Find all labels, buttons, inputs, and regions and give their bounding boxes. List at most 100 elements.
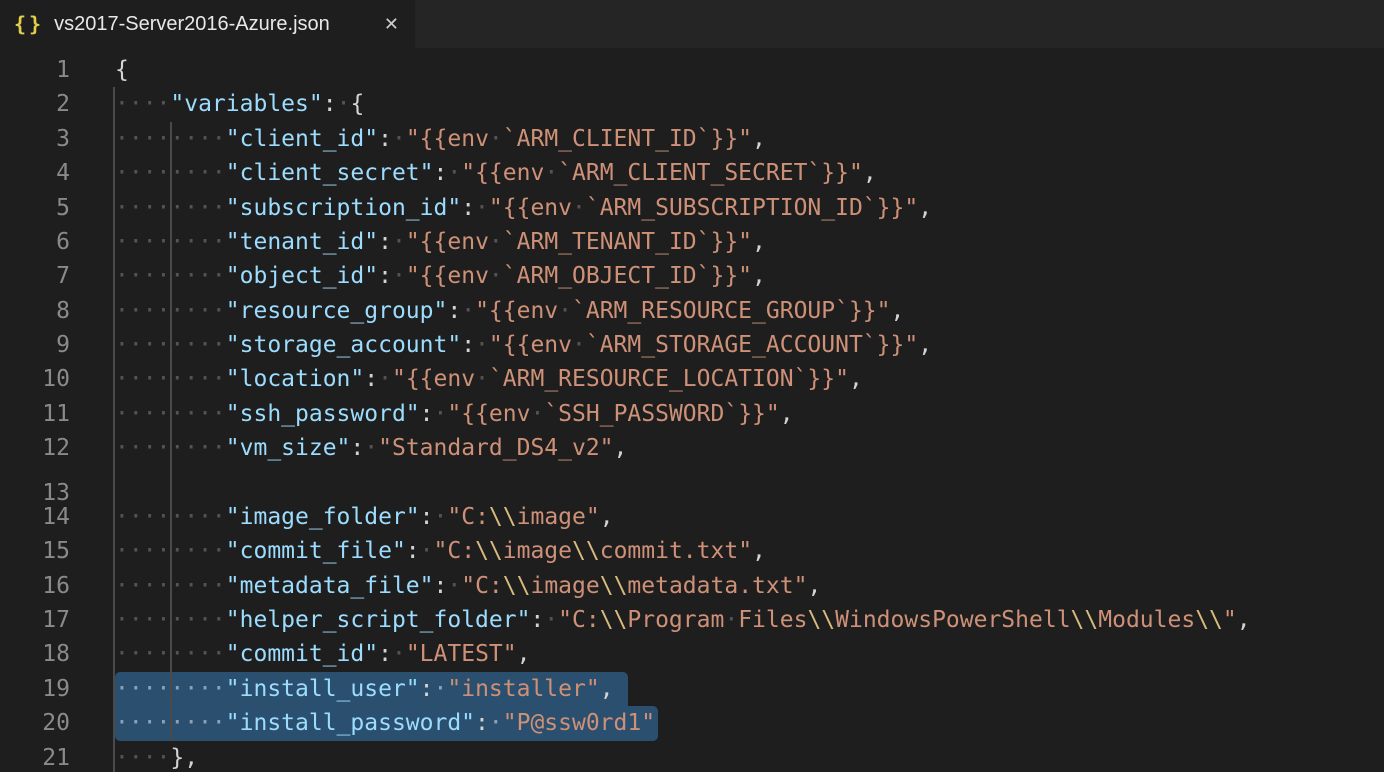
whitespace-dots: · [434,504,448,530]
code-line[interactable]: 8········"resource_group":·"{{env·`ARM_R… [0,294,1384,328]
whitespace-dots: · [724,607,738,633]
json-file-icon: {} [14,12,44,36]
whitespace-dots: · [475,195,489,221]
code-line[interactable]: 9········"storage_account":·"{{env·`ARM_… [0,328,1384,362]
code-line[interactable]: 14 ········"image_folder":·"C:\\image", [0,500,1384,534]
line-number[interactable]: 17 [0,603,70,637]
line-number[interactable]: 2 [0,87,70,121]
whitespace-dots: · [392,126,406,152]
whitespace-dots: · [558,298,572,324]
line-content: ········"object_id":·"{{env·`ARM_OBJECT_… [115,259,766,293]
code-line[interactable]: 1{ [0,53,1384,87]
code-line[interactable]: 17········"helper_script_folder":·"C:\\P… [0,603,1384,637]
line-content: ········"storage_account":·"{{env·`ARM_S… [115,328,932,362]
code-line[interactable]: 16 ········"metadata_file":·"C:\\image\\m… [0,569,1384,603]
line-content: ········"vm_size":·"Standard_DS4_v2", [115,431,627,465]
line-number[interactable]: 9 [0,328,70,362]
code-line[interactable]: 19 ········"install_user":·"installer", [0,672,1384,706]
whitespace-dots: · [489,126,503,152]
whitespace-dots: · [337,91,351,117]
line-number[interactable]: 20 [0,706,70,740]
tab-bar: {} vs2017-Server2016-Azure.json ✕ [0,0,1384,48]
code-line[interactable]: 10········"location":·"{{env·`ARM_RESOUR… [0,362,1384,396]
code-line[interactable]: 12 ········"vm_size":·"Standard_DS4_v2", [0,431,1384,465]
whitespace-dots: ···· [115,745,170,771]
vscode-window: {} vs2017-Server2016-Azure.json ✕ 1{2···… [0,0,1384,772]
line-content: ········"commit_id":·"LATEST", [115,637,530,671]
line-content: ········"location":·"{{env·`ARM_RESOURCE… [115,362,863,396]
line-number[interactable]: 1 [0,53,70,87]
code-line[interactable]: 11········"ssh_password":·"{{env·`SSH_PA… [0,397,1384,431]
whitespace-dots: · [392,263,406,289]
whitespace-dots: · [489,263,503,289]
indent-guide [113,87,115,772]
line-number[interactable]: 11 [0,397,70,431]
whitespace-dots: · [364,435,378,461]
selection-highlight: ········"install_password":·"P@ssw0rd1" [115,706,658,740]
line-content: ········"resource_group":·"{{env·`ARM_RE… [115,294,904,328]
whitespace-dots: · [392,641,406,667]
line-number[interactable]: 21 [0,741,70,772]
line-content: ········"helper_script_folder":·"C:\\Pro… [115,603,1251,637]
code-line[interactable]: 4········"client_secret":·"{{env·`ARM_CL… [0,156,1384,190]
code-editor[interactable]: 1{2····"variables":·{3········"client_id… [0,48,1384,772]
whitespace-dots: · [544,160,558,186]
line-number[interactable]: 12 [0,431,70,465]
whitespace-dots: · [489,229,503,255]
line-number[interactable]: 6 [0,225,70,259]
whitespace-dots: · [378,366,392,392]
whitespace-dots: ···· [115,91,170,117]
line-number[interactable]: 3 [0,122,70,156]
whitespace-dots: · [434,401,448,427]
code-line[interactable]: 13 [0,466,1384,500]
line-content: { [115,53,129,87]
whitespace-dots: · [420,538,434,564]
tab-vs2017-server2016-azure-json[interactable]: {} vs2017-Server2016-Azure.json ✕ [0,0,415,48]
indent-guide [170,122,172,741]
code-line[interactable]: 5········"subscription_id":·"{{env·`ARM_… [0,191,1384,225]
whitespace-dots: · [572,195,586,221]
code-line[interactable]: 18 ········"commit_id":·"LATEST", [0,637,1384,671]
line-content: ········"client_secret":·"{{env·`ARM_CLI… [115,156,877,190]
whitespace-dots: · [475,332,489,358]
tab-close-button[interactable]: ✕ [384,14,399,35]
whitespace-dots: · [475,366,489,392]
code-line[interactable]: 15········"commit_file":·"C:\\image\\com… [0,534,1384,568]
code-line[interactable]: 21 ····}, [0,741,1384,772]
line-number[interactable]: 5 [0,191,70,225]
line-content: ········"subscription_id":·"{{env·`ARM_S… [115,191,932,225]
whitespace-dots: · [572,332,586,358]
line-number[interactable]: 7 [0,259,70,293]
line-number[interactable]: 10 [0,362,70,396]
line-content: ····"variables":·{ [115,87,364,121]
whitespace-dots: · [461,298,475,324]
line-content: ········"image_folder":·"C:\\image", [115,500,614,534]
line-content: ········"metadata_file":·"C:\\image\\met… [115,569,821,603]
line-content: ········"ssh_password":·"{{env·`SSH_PASS… [115,397,794,431]
whitespace-dots: · [530,401,544,427]
code-line[interactable]: 7········"object_id":·"{{env·`ARM_OBJECT… [0,259,1384,293]
line-content: ····}, [115,741,198,772]
line-number[interactable]: 15 [0,534,70,568]
code-line[interactable]: 20 ········"install_password":·"P@ssw0rd1… [0,706,1384,740]
whitespace-dots: · [447,160,461,186]
whitespace-dots: · [544,607,558,633]
line-number[interactable]: 4 [0,156,70,190]
line-number[interactable]: 19 [0,672,70,706]
whitespace-dots: · [434,676,448,702]
line-content: ········"tenant_id":·"{{env·`ARM_TENANT_… [115,225,766,259]
code-lines: 1{2····"variables":·{3········"client_id… [0,53,1384,772]
code-line[interactable]: 3········"client_id":·"{{env·`ARM_CLIENT… [0,122,1384,156]
whitespace-dots: · [489,710,503,736]
whitespace-dots: · [447,573,461,599]
line-content: ········"client_id":·"{{env·`ARM_CLIENT_… [115,122,766,156]
line-number[interactable]: 18 [0,637,70,671]
line-number[interactable]: 16 [0,569,70,603]
line-number[interactable]: 8 [0,294,70,328]
whitespace-dots: · [392,229,406,255]
tab-title: vs2017-Server2016-Azure.json [54,13,372,36]
code-line[interactable]: 2 ····"variables":·{ [0,87,1384,121]
line-number[interactable]: 14 [0,500,70,534]
selection-highlight: ········"install_user":·"installer", [115,672,628,706]
code-line[interactable]: 6········"tenant_id":·"{{env·`ARM_TENANT… [0,225,1384,259]
